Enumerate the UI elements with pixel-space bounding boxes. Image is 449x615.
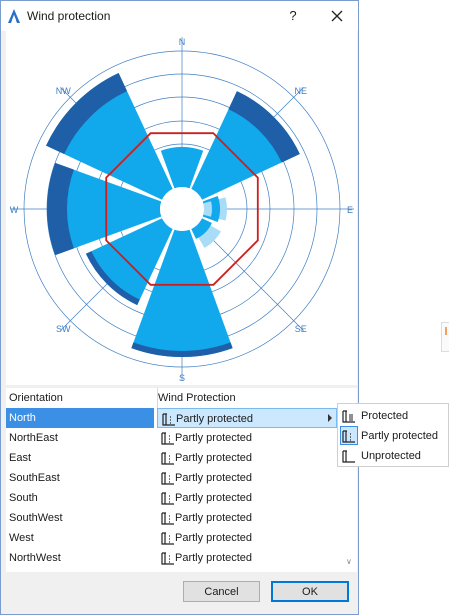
table-row[interactable]: NorthEast Partly protected xyxy=(6,428,357,448)
table-row[interactable]: North Partly protected xyxy=(6,408,357,428)
partly-protected-icon xyxy=(161,492,174,505)
partly-protected-icon xyxy=(161,472,174,485)
compass-label-n: N xyxy=(179,37,186,47)
table-row[interactable]: SouthEast Partly protected xyxy=(6,468,357,488)
partly-protected-icon xyxy=(161,512,174,525)
wind-rose-panel: N NE E SE S SW W NW xyxy=(6,31,357,385)
protection-value: Partly protected xyxy=(175,492,253,504)
protection-value: Partly protected xyxy=(175,432,253,444)
help-button[interactable]: ? xyxy=(285,8,301,23)
partly-protected-icon xyxy=(161,552,174,565)
header-orientation[interactable]: Orientation xyxy=(9,388,154,408)
ok-button[interactable]: OK xyxy=(271,581,349,602)
scroll-down-arrow-icon[interactable]: ∨ xyxy=(346,557,352,566)
menu-item-label: Unprotected xyxy=(361,450,421,462)
header-wind-protection[interactable]: Wind Protection xyxy=(157,388,338,408)
protection-cell[interactable]: Partly protected xyxy=(157,468,337,488)
protection-value: Partly protected xyxy=(175,532,253,544)
table-row[interactable]: South Partly protected xyxy=(6,488,357,508)
compass-label-w: W xyxy=(10,205,19,215)
menu-item-label: Partly protected xyxy=(361,430,439,442)
sector-inner xyxy=(203,201,212,217)
menu-item-partly-protected[interactable]: Partly protected xyxy=(338,426,449,446)
protection-cell[interactable]: Partly protected xyxy=(157,528,337,548)
protection-value: Partly protected xyxy=(175,512,253,524)
compass-label-se: SE xyxy=(295,324,307,334)
table-row[interactable]: East Partly protected xyxy=(6,448,357,468)
orientation-cell[interactable]: South xyxy=(6,488,154,508)
title-bar[interactable]: Wind protection ? xyxy=(1,1,358,31)
protection-cell[interactable]: Partly protected xyxy=(157,428,337,448)
archicad-icon xyxy=(8,9,20,23)
table-row[interactable]: West Partly protected xyxy=(6,528,357,548)
protection-cell[interactable]: Partly protected xyxy=(157,508,337,528)
protection-cell[interactable]: Partly protected xyxy=(157,548,337,568)
compass-label-ne: NE xyxy=(295,86,308,96)
orientation-cell[interactable]: NorthEast xyxy=(6,428,154,448)
submenu-arrow-icon xyxy=(328,414,332,422)
partly-protected-icon xyxy=(161,532,174,545)
wind-protection-dialog: Wind protection ? N NE E SE S SW W NW Orientati… xyxy=(0,0,359,615)
partly-protected-icon xyxy=(342,430,355,443)
protection-cell[interactable]: Partly protected xyxy=(157,408,337,428)
menu-item-label: Protected xyxy=(361,410,409,422)
compass-label-e: E xyxy=(347,205,353,215)
unprotected-icon xyxy=(342,450,355,463)
orientation-cell[interactable]: North xyxy=(6,408,154,428)
table-row[interactable]: NorthWest Partly protected xyxy=(6,548,357,568)
table-row[interactable]: SouthWest Partly protected xyxy=(6,508,357,528)
close-icon[interactable] xyxy=(327,6,347,26)
protection-value: Partly protected xyxy=(176,413,254,425)
partly-protected-icon xyxy=(162,413,175,426)
partly-protected-icon xyxy=(161,452,174,465)
orientation-cell[interactable]: West xyxy=(6,528,154,548)
protected-icon xyxy=(342,410,355,423)
orientation-cell[interactable]: NorthWest xyxy=(6,548,154,568)
menu-item-unprotected[interactable]: Unprotected xyxy=(338,446,449,466)
orientation-cell[interactable]: East xyxy=(6,448,154,468)
protection-value: Partly protected xyxy=(175,472,253,484)
compass-label-nw: NW xyxy=(56,86,71,96)
partly-protected-icon xyxy=(161,432,174,445)
menu-item-protected[interactable]: Protected xyxy=(338,406,449,426)
compass-label-s: S xyxy=(179,373,185,383)
cancel-button[interactable]: Cancel xyxy=(183,581,260,602)
wind-rose-diagram[interactable]: N NE E SE S SW W NW xyxy=(6,31,357,385)
protection-value: Partly protected xyxy=(175,552,253,564)
orientation-cell[interactable]: SouthWest xyxy=(6,508,154,528)
compass-label-sw: SW xyxy=(56,324,71,334)
orientation-table: Orientation Wind Protection North Partly … xyxy=(6,388,357,572)
protection-dropdown-menu: Protected Partly protected Unprotected xyxy=(337,403,449,467)
center-hole xyxy=(160,187,204,231)
protection-cell[interactable]: Partly protected xyxy=(157,448,337,468)
window-title: Wind protection xyxy=(27,9,111,23)
orientation-cell[interactable]: SouthEast xyxy=(6,468,154,488)
protection-value: Partly protected xyxy=(175,452,253,464)
protection-cell[interactable]: Partly protected xyxy=(157,488,337,508)
side-handle[interactable] xyxy=(441,322,449,352)
